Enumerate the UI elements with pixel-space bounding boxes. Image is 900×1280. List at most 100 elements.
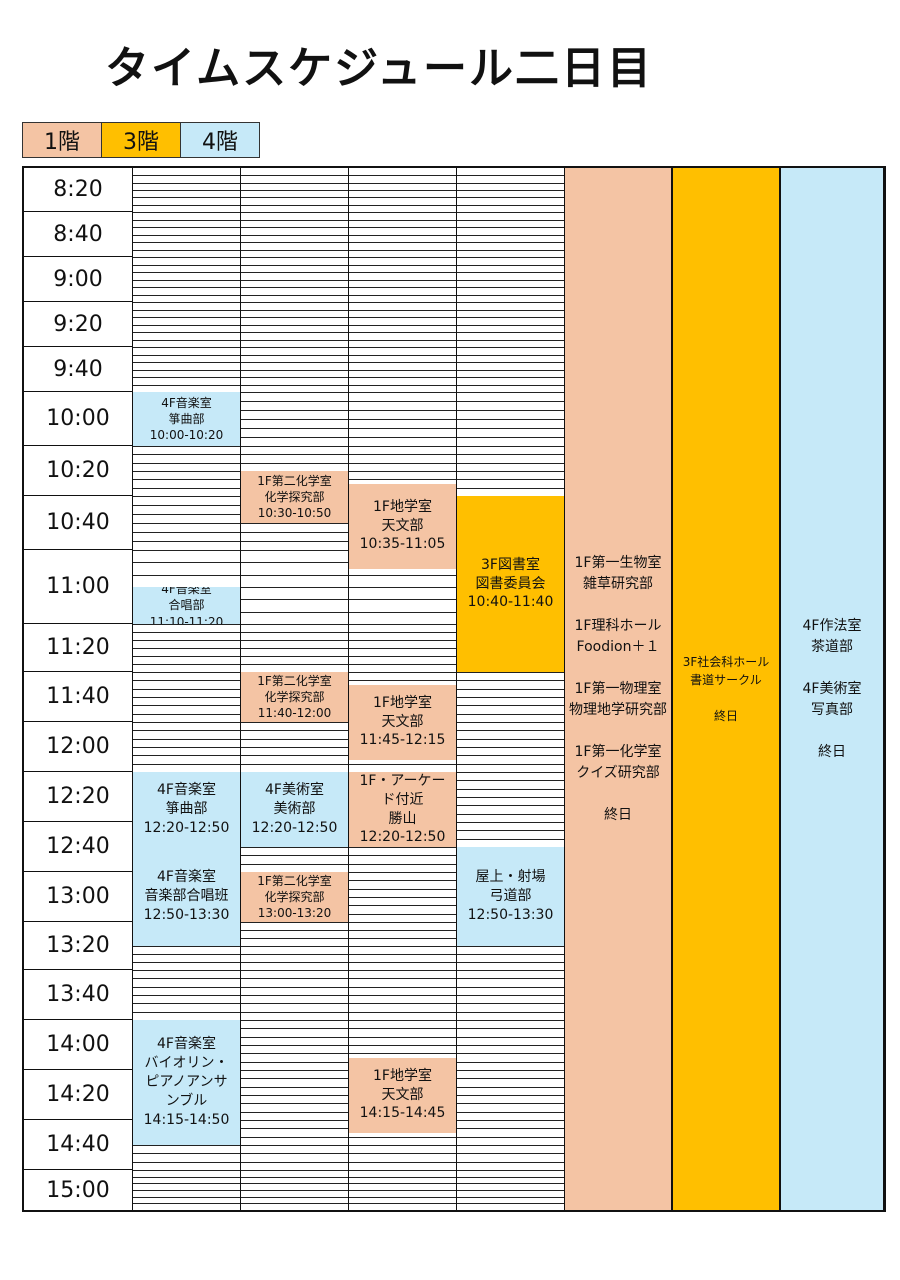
event-text: 10:30-10:50 bbox=[257, 506, 332, 521]
event-text: 化学探究部 bbox=[264, 689, 325, 704]
event-text: 4F美術室 bbox=[265, 782, 324, 799]
all-day-text bbox=[724, 689, 728, 707]
all-day-text: 写真部 bbox=[811, 701, 853, 718]
all-day-text: 4F美術室 bbox=[802, 680, 862, 697]
all-day-text: 1F第一物理室 bbox=[574, 680, 662, 697]
schedule-event[interactable]: 1F地学室天文部 11:45-12:15 bbox=[349, 684, 456, 760]
time-label: 11:40 bbox=[24, 672, 132, 722]
all-day-text: 茶道部 bbox=[811, 638, 853, 655]
time-label: 9:40 bbox=[24, 347, 132, 392]
time-label: 10:00 bbox=[24, 392, 132, 446]
floor-legend: 1階 3階 4階 bbox=[22, 122, 260, 158]
event-text: ンブル bbox=[165, 1092, 208, 1109]
all-day-text bbox=[616, 784, 620, 805]
all-day-text: 物理地学研究部 bbox=[569, 701, 667, 718]
all-day-column[interactable]: 3F社会科ホール 書道サークル 終日 bbox=[672, 168, 780, 1210]
event-text: 12:50-13:30 bbox=[467, 906, 554, 923]
event-text: 箏曲部 bbox=[168, 411, 205, 426]
schedule-event[interactable]: 4F音楽室 合唱部 11:10-11:20 bbox=[133, 587, 240, 624]
event-text: 10:00-10:20 bbox=[149, 428, 224, 443]
all-day-text: 書道サークル bbox=[690, 673, 762, 687]
event-text: 化学探究部 bbox=[264, 889, 325, 904]
all-day-text: 雑草研究部 bbox=[583, 575, 653, 592]
schedule-event[interactable]: 1F地学室 天文部 10:35-11:05 bbox=[349, 483, 456, 569]
event-text: 合唱部 bbox=[168, 598, 205, 613]
time-label: 10:40 bbox=[24, 496, 132, 550]
event-text: 美術部 bbox=[273, 801, 316, 818]
time-label: 13:20 bbox=[24, 922, 132, 970]
event-text: 4F音楽室 bbox=[161, 395, 212, 410]
all-day-text: 終日 bbox=[604, 806, 632, 823]
schedule-event[interactable]: 1F地学室天文部 14:15-14:45 bbox=[349, 1057, 456, 1133]
time-label: 9:20 bbox=[24, 302, 132, 347]
all-day-text: 1F第一生物室 bbox=[574, 554, 662, 571]
all-day-text: 1F第一化学室 bbox=[574, 743, 662, 760]
event-text: 屋上・射場 bbox=[475, 869, 546, 886]
time-label: 9:00 bbox=[24, 257, 132, 302]
time-label: 12:40 bbox=[24, 822, 132, 872]
all-day-text: 1F理科ホール bbox=[574, 617, 662, 634]
event-text: 10:35-11:05 bbox=[359, 536, 446, 553]
schedule-event[interactable]: 4F音楽室箏曲部 12:20-12:50 bbox=[133, 772, 240, 847]
schedule-event[interactable]: 1F第二化学室 化学探究部 13:00-13:20 bbox=[241, 872, 348, 922]
event-text: 12:20-12:50 bbox=[251, 819, 338, 836]
schedule-event[interactable]: 4F音楽室 バイオリン・ ピアノアンサ ンブル 14:15-14:50 bbox=[133, 1020, 240, 1145]
event-text: 14:15-14:50 bbox=[143, 1111, 230, 1128]
schedule-event[interactable]: 4F音楽室 箏曲部 10:00-10:20 bbox=[133, 392, 240, 446]
event-text: 13:00-13:20 bbox=[257, 906, 332, 921]
schedule-event[interactable]: 4F美術室美術部 12:20-12:50 bbox=[241, 772, 348, 847]
all-day-text bbox=[830, 658, 834, 679]
all-day-text bbox=[616, 721, 620, 742]
time-label: 13:40 bbox=[24, 970, 132, 1020]
all-day-text: 終日 bbox=[713, 709, 738, 723]
event-text: 箏曲部 bbox=[165, 801, 208, 818]
event-text: 3F図書室 bbox=[481, 556, 540, 573]
all-day-text: クイズ研究部 bbox=[576, 764, 660, 781]
time-label: 14:20 bbox=[24, 1070, 132, 1120]
event-text: 1F地学室 bbox=[373, 498, 432, 515]
event-text: 天文部 bbox=[381, 713, 424, 730]
all-day-text bbox=[616, 595, 620, 616]
time-label: 8:20 bbox=[24, 168, 132, 212]
time-label: 15:00 bbox=[46, 1177, 110, 1203]
all-day-column[interactable]: 4F作法室 茶道部 4F美術室 写真部 終日 bbox=[780, 168, 884, 1210]
event-text: 図書委員会 bbox=[475, 575, 546, 592]
all-day-text: 3F社会科ホール bbox=[682, 655, 770, 669]
legend-floor-4: 4階 bbox=[180, 122, 260, 158]
event-text: 12:20-12:50 bbox=[359, 829, 446, 846]
event-text: 1F第二化学室 bbox=[257, 673, 332, 688]
schedule-event[interactable]: 屋上・射場 弓道部 12:50-13:30 bbox=[457, 847, 564, 946]
schedule-event[interactable]: 4F音楽室 音楽部合唱班 12:50-13:30 bbox=[133, 847, 240, 946]
event-text: 4F音楽室 bbox=[157, 782, 216, 799]
all-day-text bbox=[830, 721, 834, 742]
legend-floor-3: 3階 bbox=[101, 122, 181, 158]
time-label: 13:00 bbox=[24, 872, 132, 922]
event-text: 1F第二化学室 bbox=[257, 473, 332, 488]
schedule-event[interactable]: 1F第二化学室 化学探究部 10:30-10:50 bbox=[241, 471, 348, 523]
time-label: 11:20 bbox=[24, 624, 132, 672]
all-day-text: 4F作法室 bbox=[802, 617, 862, 634]
time-label: 14:40 bbox=[24, 1120, 132, 1170]
schedule-event[interactable]: 1F第二化学室 化学探究部 11:40-12:00 bbox=[241, 672, 348, 722]
all-day-column[interactable]: 1F第一生物室 雑草研究部 1F理科ホール Foodion＋１ 1F第一物理室 物理地… bbox=[564, 168, 672, 1210]
event-text: 天文部 bbox=[381, 1086, 424, 1103]
all-day-text bbox=[616, 658, 620, 679]
event-text: 1F・アーケー bbox=[359, 772, 446, 789]
schedule-event[interactable]: 3F図書室 図書委員会 10:40-11:40 bbox=[457, 496, 564, 672]
event-text: 4F音楽室 bbox=[161, 587, 212, 597]
event-text: バイオリン・ bbox=[144, 1055, 229, 1072]
time-label: 12:20 bbox=[24, 772, 132, 822]
event-text: 11:45-12:15 bbox=[359, 732, 446, 749]
event-text: 4F音楽室 bbox=[157, 869, 216, 886]
schedule-grid: 8:20 8:40 9:00 9:20 9:40 10:00 10:20 10:40 11:00… bbox=[22, 166, 886, 1212]
time-label: 8:40 bbox=[24, 212, 132, 257]
event-text: 1F地学室 bbox=[373, 694, 432, 711]
all-day-text: Foodion＋１ bbox=[576, 638, 660, 655]
event-text: 勝山 bbox=[388, 810, 417, 827]
event-text: 1F地学室 bbox=[373, 1067, 432, 1084]
event-text: 14:15-14:45 bbox=[359, 1105, 446, 1122]
time-label: 14:00 bbox=[24, 1020, 132, 1070]
event-text: 11:40-12:00 bbox=[257, 706, 332, 721]
schedule-event[interactable]: 1F・アーケー ド付近 勝山 12:20-12:50 bbox=[349, 772, 456, 847]
event-text: 12:20-12:50 bbox=[143, 819, 230, 836]
